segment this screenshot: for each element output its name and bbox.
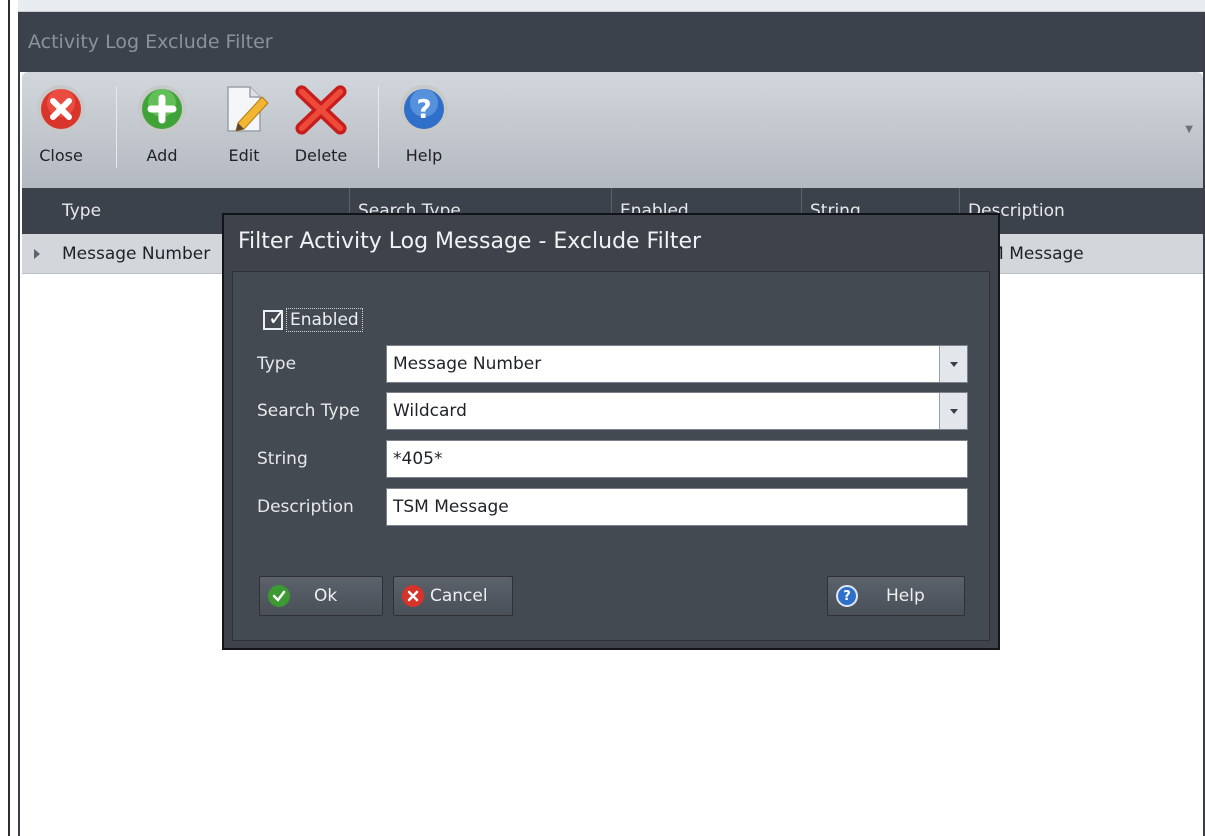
type-select-value: Message Number (393, 354, 542, 374)
window-title: Activity Log Exclude Filter (28, 31, 273, 53)
dialog-help-button[interactable]: ? Help (827, 576, 965, 616)
edit-button[interactable]: Edit (217, 82, 271, 165)
close-button[interactable]: Close (34, 82, 88, 165)
dialog-help-button-label: Help (886, 586, 925, 606)
type-row: Type Message Number (257, 345, 968, 383)
cell-type: Message Number (62, 244, 211, 264)
add-button[interactable]: Add (135, 82, 189, 165)
help-circle-icon: ? (836, 585, 858, 607)
delete-x-icon (294, 82, 348, 136)
string-input[interactable]: *405* (386, 440, 968, 478)
ok-button[interactable]: Ok (259, 576, 383, 616)
svg-text:?: ? (416, 95, 431, 125)
delete-button[interactable]: Delete (294, 82, 348, 165)
edit-document-icon (217, 82, 271, 136)
enabled-checkbox[interactable]: ✓ (263, 306, 286, 330)
help-button[interactable]: ? Help (397, 82, 451, 165)
search-type-select-value: Wildcard (393, 401, 467, 421)
row-indicator-icon (34, 249, 40, 259)
checkmark-icon: ✓ (268, 306, 286, 330)
top-strip (18, 0, 1205, 12)
delete-button-label: Delete (294, 146, 348, 165)
cancel-circle-icon (402, 585, 424, 607)
ribbon-expand-icon[interactable]: ▼ (1185, 124, 1193, 135)
cancel-button[interactable]: Cancel (393, 576, 513, 616)
close-button-label: Close (39, 146, 83, 165)
help-button-label: Help (405, 146, 443, 165)
ok-button-label: Ok (314, 586, 338, 606)
left-edge (0, 0, 12, 836)
type-dropdown-button[interactable] (939, 346, 967, 382)
ribbon-separator (116, 86, 117, 168)
string-row: String *405* (257, 440, 968, 478)
type-label: Type (257, 354, 297, 374)
ribbon-toolbar: Close Add Edit Delete ? Help ▼ (22, 72, 1203, 188)
enabled-checkbox-row[interactable]: ✓ Enabled (263, 306, 363, 332)
search-type-row: Search Type Wildcard (257, 392, 968, 430)
add-button-label: Add (146, 146, 178, 165)
description-input[interactable]: TSM Message (386, 488, 968, 526)
search-type-label: Search Type (257, 401, 360, 421)
chevron-down-icon (949, 408, 958, 414)
help-circle-icon: ? (397, 82, 451, 136)
window-titlebar: Activity Log Exclude Filter (20, 12, 1203, 72)
type-select[interactable]: Message Number (386, 345, 968, 383)
chevron-down-icon (949, 361, 958, 367)
string-label: String (257, 449, 308, 469)
close-circle-icon (34, 82, 88, 136)
cancel-button-label: Cancel (430, 586, 488, 606)
edit-button-label: Edit (228, 146, 260, 165)
search-type-dropdown-button[interactable] (939, 393, 967, 429)
exclude-filter-dialog: Filter Activity Log Message - Exclude Fi… (222, 213, 1000, 650)
check-circle-icon (268, 585, 290, 607)
left-edge-line (8, 0, 10, 836)
search-type-select[interactable]: Wildcard (386, 392, 968, 430)
dialog-panel: ✓ Enabled Type Message Number Search Typ… (232, 271, 990, 641)
dialog-title: Filter Activity Log Message - Exclude Fi… (238, 229, 702, 254)
enabled-label[interactable]: Enabled (286, 308, 363, 332)
description-label: Description (257, 497, 354, 517)
add-circle-icon (135, 82, 189, 136)
ribbon-separator (378, 86, 379, 168)
description-row: Description TSM Message (257, 488, 968, 526)
